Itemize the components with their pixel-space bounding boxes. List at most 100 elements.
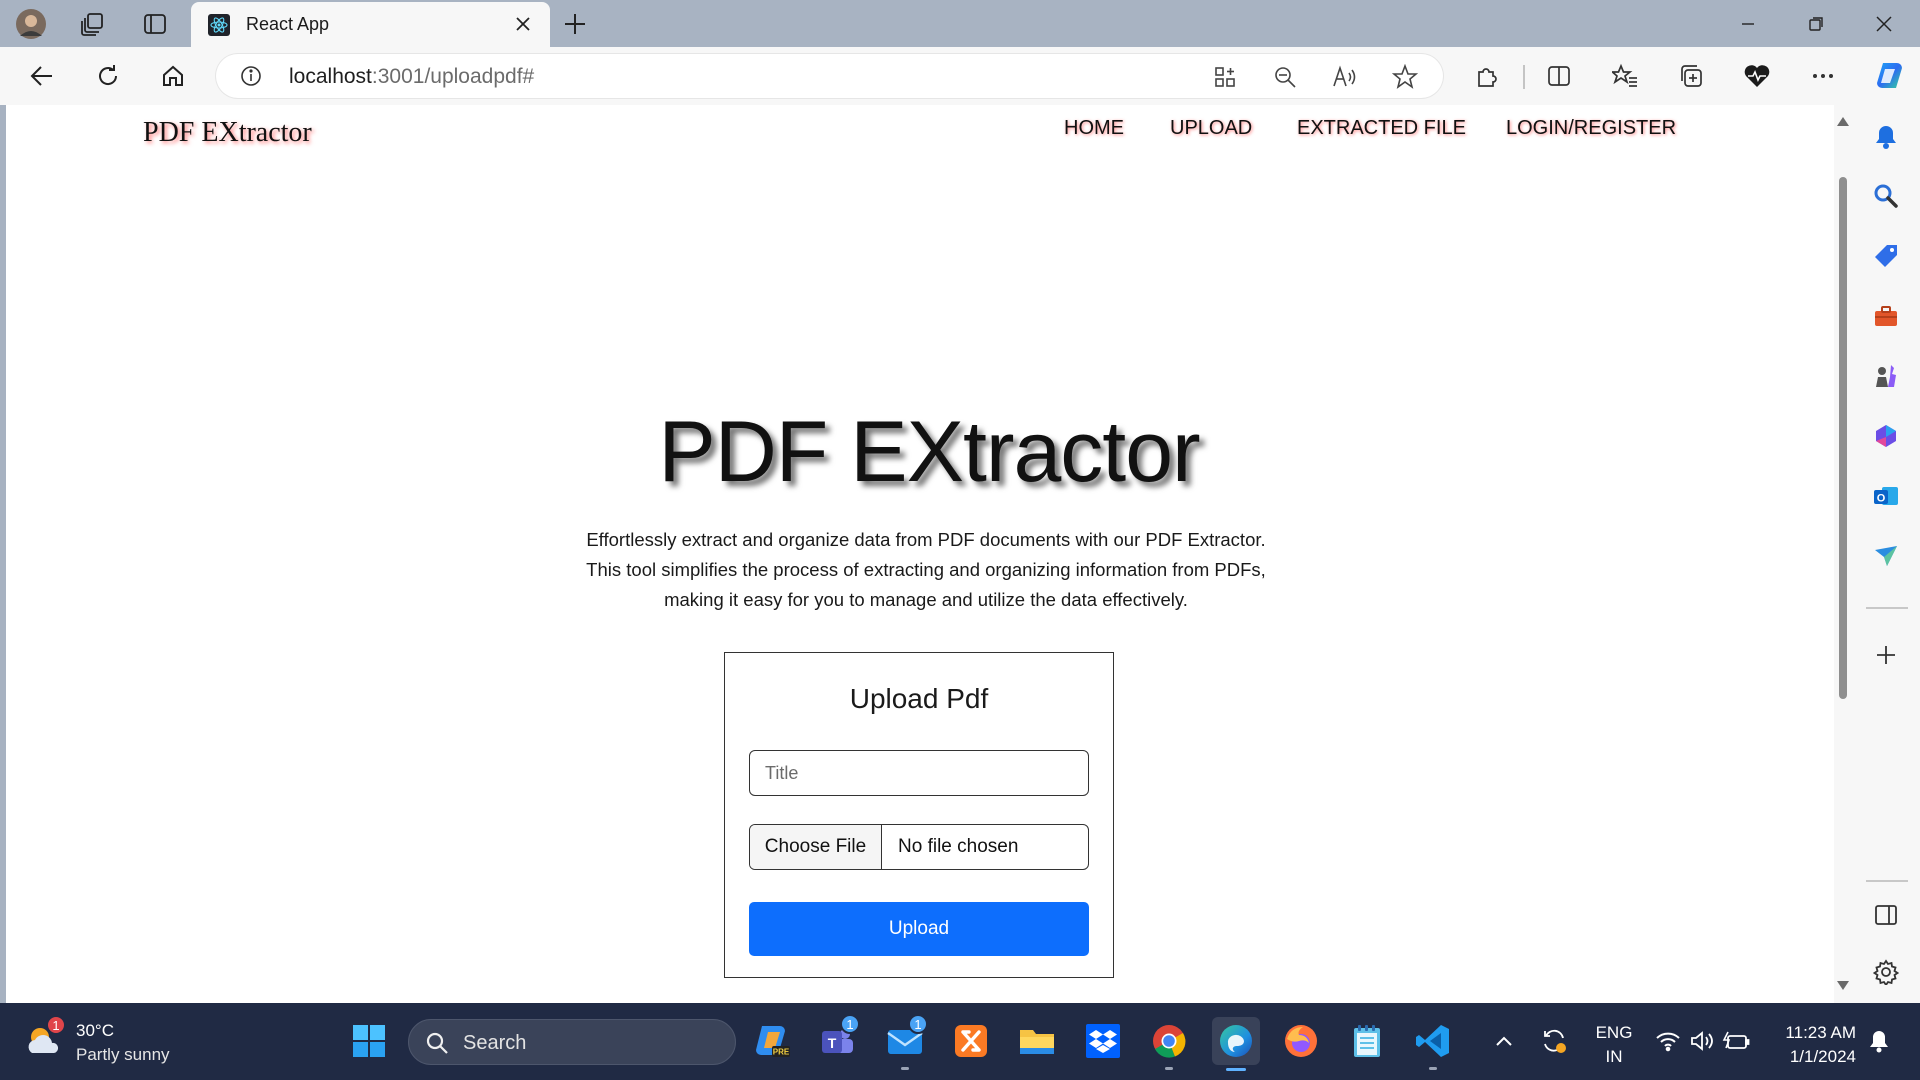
nav-login-register-link[interactable]: LOGIN/REGISTER (1506, 117, 1676, 140)
chrome-icon[interactable] (1148, 1020, 1190, 1070)
mail-badge: 1 (908, 1014, 928, 1034)
clock-date: 1/1/2024 (1789, 1047, 1856, 1066)
profile-avatar[interactable] (15, 8, 47, 40)
teams-badge: 1 (840, 1014, 860, 1034)
minimize-button[interactable] (1728, 8, 1768, 40)
tab-actions-icon[interactable] (139, 8, 171, 40)
zoom-out-icon[interactable] (1272, 64, 1298, 90)
more-options-icon[interactable] (1808, 61, 1838, 91)
weather-widget[interactable]: 1 30°C Partly sunny (24, 1015, 204, 1067)
title-input[interactable] (749, 750, 1089, 796)
taskbar-search-box[interactable]: Search (408, 1019, 736, 1065)
scroll-thumb[interactable] (1839, 177, 1847, 699)
browser-tab-strip: React App (0, 0, 1920, 47)
nav-upload-link[interactable]: UPLOAD (1170, 117, 1252, 140)
drop-send-icon[interactable] (1871, 541, 1901, 571)
upload-card-heading: Upload Pdf (849, 683, 989, 714)
notepad-icon[interactable] (1346, 1020, 1388, 1062)
volume-icon[interactable] (1686, 1020, 1718, 1062)
home-button[interactable] (155, 58, 191, 94)
xampp-icon[interactable] (950, 1020, 992, 1062)
clock-time: 11:23 AM (1785, 1023, 1856, 1042)
hero-description-line: This tool simplifies the process of extr… (586, 559, 1266, 580)
teams-icon[interactable]: T 1 (816, 1014, 860, 1062)
start-windows-icon[interactable] (348, 1020, 390, 1062)
upload-card: Upload Pdf Choose File No file chosen Up… (724, 652, 1114, 978)
running-indicator (1165, 1067, 1173, 1070)
browser-essentials-icon[interactable] (1742, 61, 1772, 91)
site-info-icon[interactable] (240, 65, 262, 87)
active-app-indicator (1226, 1068, 1246, 1071)
url-text[interactable]: localhost:3001/uploadpdf# (289, 65, 534, 89)
new-tab-button[interactable] (560, 9, 590, 39)
running-indicator (1429, 1067, 1437, 1070)
tab-title: React App (246, 14, 330, 34)
address-bar[interactable]: localhost:3001/uploadpdf# (216, 54, 1443, 98)
toolbar-divider (1523, 65, 1525, 89)
file-status-text: No file chosen (898, 836, 1019, 857)
wifi-icon[interactable] (1652, 1020, 1684, 1062)
notifications-bell-icon[interactable] (1871, 122, 1901, 152)
refresh-button[interactable] (90, 58, 126, 94)
add-sidebar-app-icon[interactable] (1871, 640, 1901, 670)
restore-button[interactable] (1796, 8, 1836, 40)
language-code: ENG (1595, 1023, 1633, 1042)
scroll-up-arrow-icon[interactable] (1837, 117, 1849, 126)
weather-alert-badge: 1 (46, 1015, 66, 1035)
copilot-icon[interactable] (1872, 58, 1908, 94)
windows-taskbar: 1 30°C Partly sunny Search PRE T 1 1 ENG… (0, 1003, 1920, 1080)
choose-file-button[interactable]: Choose File (750, 825, 882, 869)
copilot-preview-icon[interactable]: PRE (752, 1020, 794, 1062)
nav-home-link[interactable]: HOME (1064, 117, 1124, 140)
collections-icon[interactable] (1676, 61, 1706, 91)
extensions-icon[interactable] (1472, 61, 1502, 91)
upload-button[interactable]: Upload (749, 902, 1089, 956)
firefox-icon[interactable] (1280, 1020, 1322, 1062)
hero-description: Effortlessly extract and organize data f… (546, 525, 1306, 615)
read-aloud-icon[interactable] (1332, 64, 1358, 90)
workspaces-icon[interactable] (76, 8, 108, 40)
hero-title: PDF EXtractor (658, 404, 1200, 500)
edge-icon[interactable] (1212, 1017, 1260, 1071)
dropbox-icon[interactable] (1082, 1020, 1124, 1062)
close-window-button[interactable] (1864, 8, 1904, 40)
nav-extracted-file-link[interactable]: EXTRACTED FILE (1297, 117, 1466, 140)
games-icon[interactable] (1871, 361, 1901, 391)
language-indicator[interactable]: ENG IN (1594, 1021, 1634, 1069)
scroll-down-arrow-icon[interactable] (1837, 981, 1849, 990)
file-input[interactable]: Choose File No file chosen (749, 824, 1089, 870)
tools-briefcase-icon[interactable] (1871, 301, 1901, 331)
battery-charging-icon[interactable] (1720, 1020, 1752, 1062)
favorites-icon[interactable] (1610, 61, 1640, 91)
svg-text:T: T (828, 1035, 837, 1051)
app-available-icon[interactable] (1212, 64, 1238, 90)
react-favicon-icon (208, 14, 230, 36)
hero-description-line: Effortlessly extract and organize data f… (586, 529, 1266, 550)
brand-logo-text[interactable]: PDF EXtractor (143, 117, 312, 149)
microsoft-365-icon[interactable] (1871, 421, 1901, 451)
hide-sidebar-icon[interactable] (1871, 900, 1901, 930)
outlook-icon[interactable]: O (1871, 481, 1901, 511)
page-viewport: PDF EXtractor HOME UPLOAD EXTRACTED FILE… (6, 105, 1852, 1003)
search-icon (425, 1031, 449, 1055)
mail-icon[interactable]: 1 (884, 1014, 928, 1070)
favorite-star-icon[interactable] (1392, 64, 1418, 90)
search-icon[interactable] (1871, 181, 1901, 211)
sidebar-divider (1866, 880, 1908, 882)
vscode-icon[interactable] (1412, 1020, 1454, 1070)
split-screen-icon[interactable] (1544, 61, 1574, 91)
url-path: :3001/uploadpdf# (371, 65, 535, 88)
url-host: localhost (289, 65, 372, 88)
tab-close-icon[interactable] (510, 11, 536, 37)
notification-bell-icon[interactable] (1862, 1020, 1896, 1062)
sidebar-settings-gear-icon[interactable] (1871, 957, 1901, 987)
back-button[interactable] (24, 58, 60, 94)
browser-tab-active[interactable]: React App (191, 2, 550, 47)
show-hidden-icons-chevron-icon[interactable] (1488, 1020, 1520, 1062)
system-clock[interactable]: 11:23 AM 1/1/2024 (1770, 1021, 1856, 1069)
weather-condition: Partly sunny (76, 1045, 170, 1064)
shopping-tag-icon[interactable] (1871, 241, 1901, 271)
page-scrollbar[interactable] (1834, 105, 1852, 1003)
file-explorer-icon[interactable] (1016, 1020, 1058, 1062)
sync-status-icon[interactable] (1534, 1020, 1574, 1062)
